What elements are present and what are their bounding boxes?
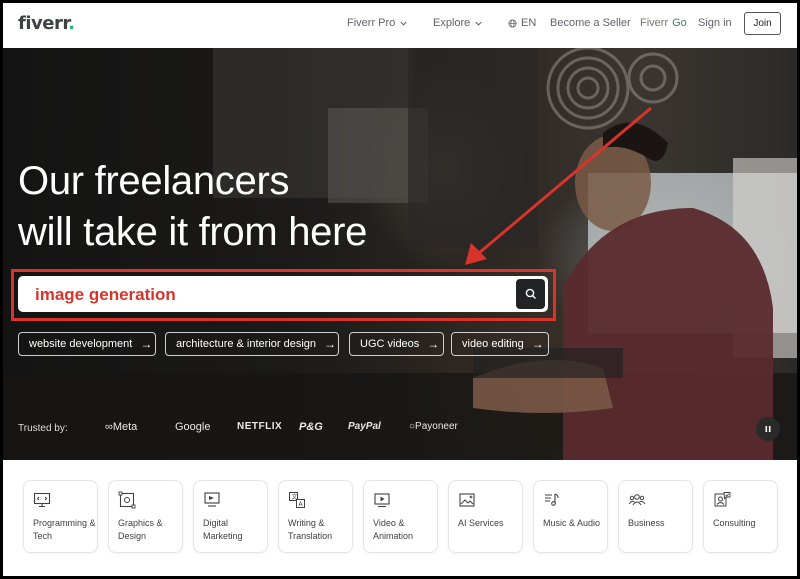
translate-icon: 文A <box>289 492 305 508</box>
nav-sign-in[interactable]: Sign in <box>698 17 732 29</box>
hero-title: Our freelancers will take it from here <box>18 159 368 254</box>
pause-icon <box>765 426 771 432</box>
chevron-down-icon <box>400 21 407 26</box>
category-graphics-design[interactable]: Graphics & Design <box>108 480 183 553</box>
pen-tool-icon <box>118 491 136 509</box>
nav-become-seller[interactable]: Become a Seller <box>550 17 631 29</box>
nav-fiverr-go[interactable]: Fiverr Go <box>640 17 687 29</box>
category-consulting[interactable]: Consulting <box>703 480 778 553</box>
brand-google-logo: Google <box>175 421 211 433</box>
category-ai-services[interactable]: AI Services <box>448 480 523 553</box>
consulting-icon <box>714 492 731 507</box>
chip-video-editing[interactable]: video editing → <box>451 332 549 356</box>
join-button[interactable]: Join <box>744 12 781 35</box>
fiverr-logo[interactable]: fiverr. <box>18 13 75 34</box>
nav-fiverr-pro[interactable]: Fiverr Pro <box>347 17 408 29</box>
search-icon <box>525 288 536 299</box>
top-header: fiverr. Fiverr Pro Explore EN Become a S… <box>3 3 797 48</box>
brand-pg-logo: P&G <box>299 421 323 433</box>
monitor-code-icon <box>33 492 51 508</box>
chip-website-development[interactable]: website development → <box>18 332 156 356</box>
ai-image-icon <box>459 493 475 507</box>
play-screen-icon <box>374 493 390 508</box>
pause-video-button[interactable] <box>756 417 780 441</box>
people-icon <box>628 494 646 506</box>
category-bar: Programming & Tech Graphics & Design Dig… <box>3 460 797 576</box>
nav-explore[interactable]: Explore <box>433 17 483 29</box>
hero-section: Our freelancers will take it from here i… <box>3 48 797 460</box>
search-button[interactable] <box>516 279 545 309</box>
category-business[interactable]: Business <box>618 480 693 553</box>
page-frame: fiverr. Fiverr Pro Explore EN Become a S… <box>3 3 797 576</box>
nav-language[interactable]: EN <box>508 17 536 29</box>
brand-payoneer-logo: ○Payoneer <box>409 421 458 432</box>
brand-paypal-logo: PayPal <box>348 421 381 432</box>
category-music-audio[interactable]: Music & Audio <box>533 480 608 553</box>
brand-meta-logo: ∞Meta <box>105 421 138 433</box>
category-writing-translation[interactable]: 文A Writing & Translation <box>278 480 353 553</box>
marketing-screen-icon <box>204 492 220 507</box>
category-digital-marketing[interactable]: Digital Marketing <box>193 480 268 553</box>
category-video-animation[interactable]: Video & Animation <box>363 480 438 553</box>
music-note-icon <box>545 493 559 506</box>
globe-icon <box>508 18 517 28</box>
search-input[interactable]: image generation <box>18 276 548 312</box>
chip-ugc-videos[interactable]: UGC videos → <box>349 332 444 356</box>
chevron-down-icon <box>475 21 482 26</box>
brand-netflix-logo: NETFLIX <box>237 421 283 432</box>
category-programming-tech[interactable]: Programming & Tech <box>23 480 98 553</box>
trusted-by-label: Trusted by: <box>18 423 68 434</box>
svg-text:文: 文 <box>292 493 298 501</box>
chip-architecture-interior-design[interactable]: architecture & interior design → <box>165 332 339 356</box>
search-input-value: image generation <box>35 285 176 304</box>
